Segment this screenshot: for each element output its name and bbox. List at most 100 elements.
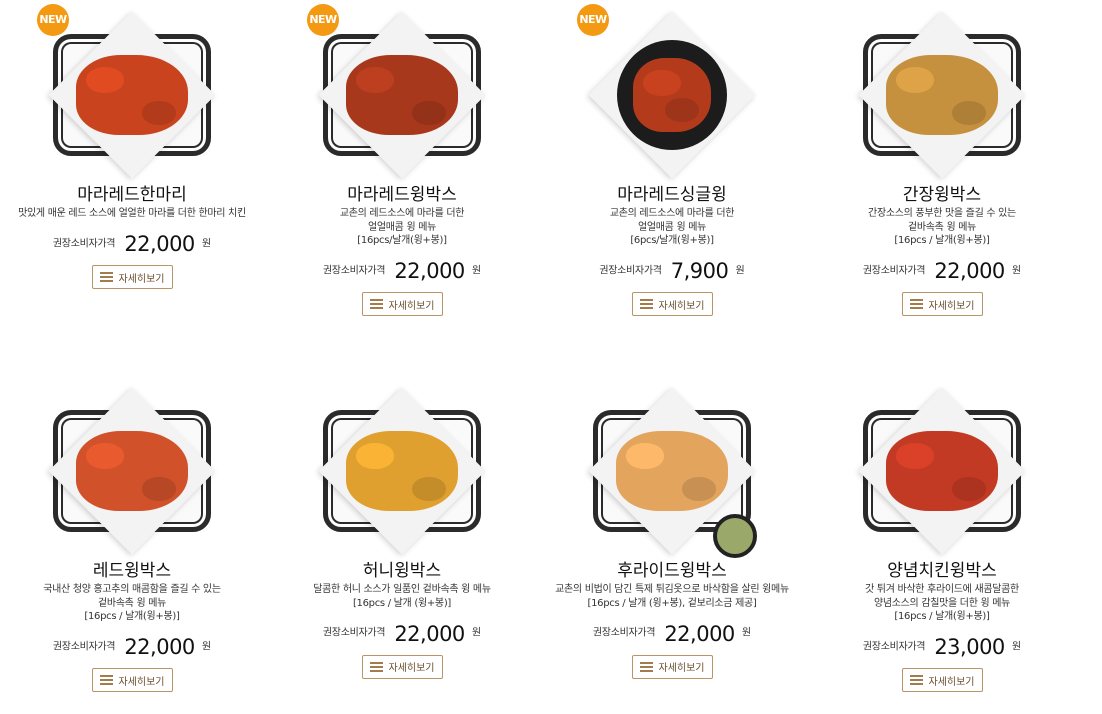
currency-unit: 원 — [201, 641, 212, 652]
detail-button-label: 자세히보기 — [388, 300, 435, 312]
product-description: 맛있게 매운 레드 소스에 얼얼한 마라를 더한 한마리 치킨 — [0, 207, 267, 221]
product-card[interactable]: 레드윙박스 국내산 청양 홍고추의 매콤함을 즐길 수 있는 겉바속촉 윙 메뉴 [… — [0, 386, 267, 692]
product-name[interactable]: 허니윙박스 — [267, 560, 537, 582]
product-description-line: 간장소스의 풍부한 맛을 즐길 수 있는 — [868, 208, 1016, 219]
chicken-wings-image — [886, 55, 998, 135]
product-description-line: 달콤한 허니 소스가 일품인 겉바속촉 윙 메뉴 — [313, 584, 491, 595]
currency-unit: 원 — [735, 265, 745, 276]
currency-unit: 원 — [471, 627, 482, 639]
product-card[interactable]: 양념치킨윙박스 갓 튀겨 바삭한 후라이드에 새콤달콤한 양념소스의 감칠맛을 더… — [807, 386, 1077, 692]
product-image[interactable] — [807, 10, 1077, 180]
product-image[interactable]: NEW — [267, 4, 537, 180]
price-label: 권장소비자가격 — [322, 627, 386, 639]
price-value: 23,000 — [934, 635, 1005, 659]
detail-button-label: 자세히보기 — [658, 663, 705, 674]
menu-icon — [99, 270, 113, 284]
price-line: 권장소비자가격 7,900 원 — [537, 258, 807, 285]
product-card[interactable]: 허니윙박스 달콤한 허니 소스가 일품인 겉바속촉 윙 메뉴 [16pcs / 날… — [267, 386, 537, 679]
product-card[interactable]: NEW 마라레드한마리 맛있게 매운 레드 소스에 얼얼한 마라를 더한 한마리… — [0, 4, 267, 289]
product-name[interactable]: 후라이드윙박스 — [537, 560, 807, 582]
product-description-line: 교촌의 레드소스에 마라를 더한 — [339, 208, 465, 219]
product-description: 갓 튀겨 바삭한 후라이드에 새콤달콤한 양념소스의 감칠맛을 더한 윙 메뉴 [1… — [807, 583, 1077, 624]
menu-icon — [639, 660, 653, 674]
currency-unit: 원 — [1011, 265, 1022, 276]
new-badge: NEW — [577, 4, 609, 36]
product-name[interactable]: 마라레드윙박스 — [267, 184, 537, 206]
detail-button[interactable]: 자세히보기 — [901, 668, 983, 692]
product-name[interactable]: 레드윙박스 — [0, 560, 267, 582]
detail-button[interactable]: 자세히보기 — [631, 654, 713, 679]
price-value: 22,000 — [124, 635, 195, 659]
product-description-line: [16pcs / 날개(윙+봉)] — [84, 611, 180, 622]
product-description: 국내산 청양 홍고추의 매콤함을 즐길 수 있는 겉바속촉 윙 메뉴 [16pcs … — [0, 583, 267, 624]
detail-button[interactable]: 자세히보기 — [361, 292, 443, 316]
chicken-wings-image — [886, 431, 998, 511]
price-label: 권장소비자가격 — [322, 265, 386, 276]
product-image[interactable]: NEW — [537, 4, 807, 180]
price-value: 22,000 — [664, 621, 735, 646]
price-line: 권장소비자가격 22,000 원 — [267, 620, 537, 647]
price-label: 권장소비자가격 — [599, 265, 662, 276]
product-description-line: 얼얼매콤 윙 메뉴 — [637, 221, 707, 233]
product-grid: NEW 마라레드한마리 맛있게 매운 레드 소스에 얼얼한 마라를 더한 한마리… — [0, 0, 1102, 714]
product-description-line: 교촌의 비법이 담긴 특제 튀김옷으로 바삭함을 살린 윙메뉴 — [555, 584, 789, 595]
detail-button[interactable]: 자세히보기 — [91, 668, 173, 692]
price-value: 22,000 — [934, 259, 1005, 283]
new-badge: NEW — [37, 4, 69, 36]
product-name[interactable]: 마라레드한마리 — [0, 184, 267, 206]
price-label: 권장소비자가격 — [52, 238, 116, 249]
product-description-line: 얼얼매콤 윙 메뉴 — [367, 221, 437, 233]
detail-button-label: 자세히보기 — [388, 663, 435, 674]
product-name[interactable]: 양념치킨윙박스 — [807, 560, 1077, 582]
product-image[interactable] — [0, 386, 267, 556]
chicken-wings-image — [76, 55, 188, 135]
price-line: 권장소비자가격 22,000 원 — [267, 258, 537, 285]
detail-button[interactable]: 자세히보기 — [361, 654, 443, 679]
product-card[interactable]: 간장윙박스 간장소스의 풍부한 맛을 즐길 수 있는겉바속촉 윙 메뉴 [16pc… — [807, 10, 1077, 316]
price-line: 권장소비자가격 22,000 원 — [807, 258, 1077, 285]
detail-button[interactable]: 자세히보기 — [631, 292, 713, 316]
product-description-line: 겉바속촉 윙 메뉴 — [97, 597, 167, 609]
detail-button-label: 자세히보기 — [658, 300, 705, 312]
product-card[interactable]: NEW 마라레드싱글윙 교촌의 레드소스에 마라를 더한얼얼매콤 윙 메뉴 [6p… — [537, 4, 807, 316]
chicken-wings-image — [633, 58, 711, 132]
menu-icon — [99, 673, 113, 687]
price-label: 권장소비자가격 — [592, 627, 656, 639]
product-description: 달콤한 허니 소스가 일품인 겉바속촉 윙 메뉴 [16pcs / 날개 (윙+봉… — [267, 583, 537, 610]
detail-button[interactable]: 자세히보기 — [91, 265, 173, 289]
product-description-line: [16pcs / 날개 (윙+봉)] — [352, 597, 452, 609]
product-description-line: [6pcs/날개(윙+봉)] — [630, 235, 714, 246]
product-image[interactable] — [807, 386, 1077, 556]
seasoning-dip-image — [713, 514, 757, 558]
chicken-wings-image — [616, 431, 728, 511]
chicken-wings-image — [76, 431, 188, 511]
product-image[interactable] — [267, 386, 537, 556]
product-description-line: 겉바속촉 윙 메뉴 — [907, 221, 977, 233]
detail-button[interactable]: 자세히보기 — [901, 292, 983, 316]
product-image[interactable] — [537, 386, 807, 558]
price-label: 권장소비자가격 — [862, 641, 926, 652]
new-badge: NEW — [307, 4, 339, 36]
product-card[interactable]: 후라이드윙박스 교촌의 비법이 담긴 특제 튀김옷으로 바삭함을 살린 윙메뉴 [… — [537, 386, 807, 679]
product-description-line: [16pcs / 날개(윙+봉)] — [894, 235, 990, 246]
chicken-wings-image — [346, 431, 458, 511]
product-description-line: [16pcs/날개(윙+봉)] — [357, 235, 447, 246]
menu-icon — [369, 660, 383, 674]
product-card[interactable]: NEW 마라레드윙박스 교촌의 레드소스에 마라를 더한얼얼매콤 윙 메뉴 [16… — [267, 4, 537, 316]
product-description: 간장소스의 풍부한 맛을 즐길 수 있는겉바속촉 윙 메뉴 [16pcs / 날개… — [807, 207, 1077, 248]
currency-unit: 원 — [471, 265, 482, 276]
product-description-line: 갓 튀겨 바삭한 후라이드에 새콤달콤한 — [865, 584, 1019, 595]
product-description-line: 맛있게 매운 레드 소스에 얼얼한 마라를 더한 한마리 치킨 — [18, 208, 246, 219]
product-name[interactable]: 간장윙박스 — [807, 184, 1077, 206]
price-value: 22,000 — [124, 232, 195, 256]
product-description-line: 교촌의 레드소스에 마라를 더한 — [609, 208, 735, 219]
price-line: 권장소비자가격 22,000 원 — [537, 620, 807, 647]
product-description: 교촌의 레드소스에 마라를 더한얼얼매콤 윙 메뉴 [6pcs/날개(윙+봉)] — [537, 207, 807, 248]
product-description: 교촌의 레드소스에 마라를 더한얼얼매콤 윙 메뉴 [16pcs/날개(윙+봉)] — [267, 207, 537, 248]
detail-button-label: 자세히보기 — [928, 300, 975, 312]
price-line: 권장소비자가격 22,000 원 — [0, 231, 267, 258]
product-name[interactable]: 마라레드싱글윙 — [537, 184, 807, 206]
product-image[interactable]: NEW — [0, 4, 267, 180]
detail-button-label: 자세히보기 — [928, 676, 975, 688]
price-value: 22,000 — [394, 621, 465, 646]
